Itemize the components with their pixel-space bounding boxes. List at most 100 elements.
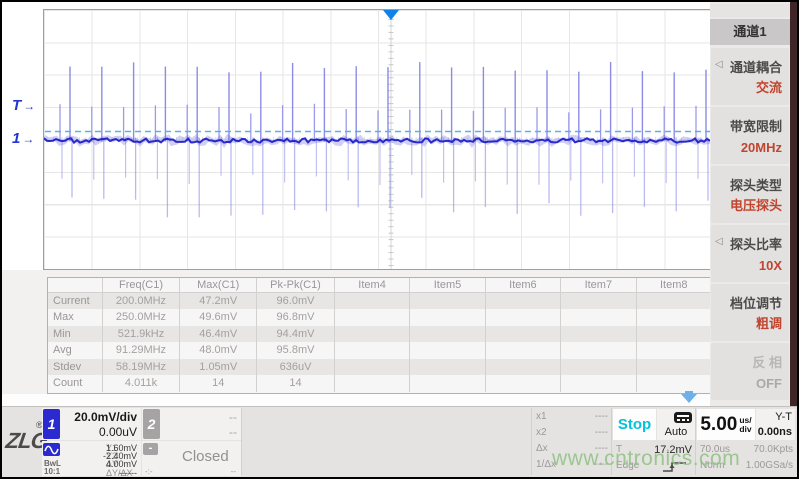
table-row: Count4.011k1414 xyxy=(48,375,711,392)
table-cell xyxy=(334,359,409,376)
timebase-box[interactable]: 5.00 us/div xyxy=(697,409,755,440)
table-cell xyxy=(334,309,409,326)
cursor-label: Δx xyxy=(536,443,548,454)
table-cell xyxy=(561,375,636,392)
ac-coupling-icon xyxy=(43,443,60,456)
table-cell xyxy=(485,342,560,359)
ch2-foot-right: -- xyxy=(231,467,236,476)
ch2-badge: 2 xyxy=(143,409,160,439)
trigger-position-marker-icon[interactable] xyxy=(383,10,399,20)
table-row: Stdev58.19MHz1.05mV636uV xyxy=(48,359,711,376)
ch2-status: Closed xyxy=(182,448,229,465)
column-header: Freq(C1) xyxy=(102,278,180,293)
ch1-scale-box[interactable]: 1 20.0mV/div 0.00uV xyxy=(42,408,141,440)
menu-item-label: 探头比率 xyxy=(730,234,782,253)
table-cell xyxy=(485,309,560,326)
oscilloscope-screen: T→ 1→ Freq(C1)Max(C1)Pk-Pk(C1)Item4Item5… xyxy=(0,0,799,479)
timebase-unit-bottom: div xyxy=(739,425,751,434)
waveform-display: T→ 1→ xyxy=(2,2,710,270)
table-cell xyxy=(485,293,560,310)
table-row: Avg91.29MHz48.0mV95.8mV xyxy=(48,342,711,359)
cursor-value: ---- xyxy=(595,427,608,438)
table-cell: 14 xyxy=(180,375,257,392)
trigger-source-box[interactable]: 1 Auto xyxy=(657,409,695,440)
submenu-arrow-icon: ◁ xyxy=(715,236,723,247)
ch1-badge: 1 xyxy=(43,409,60,439)
table-cell: 1.05mV xyxy=(180,359,257,376)
right-arrow-icon: → xyxy=(22,132,34,146)
menu-item-value: 粗调 xyxy=(756,313,782,332)
column-header[interactable]: Item6 xyxy=(485,278,560,293)
menu-item-label: 档位调节 xyxy=(730,293,782,312)
column-header xyxy=(48,278,102,293)
memory-depth: 70.0Kpts xyxy=(754,444,793,455)
table-cell xyxy=(334,342,409,359)
table-cell xyxy=(410,375,485,392)
table-cell: 4.011k xyxy=(102,375,180,392)
menu-item-bandwidth-limit[interactable]: 带宽限制20MHz xyxy=(711,107,789,164)
menu-item-label: 通道耦合 xyxy=(730,57,782,76)
hcursor-row: x1 ---- xyxy=(536,411,608,423)
trigger-coupling-icon xyxy=(674,412,692,423)
table-cell: 14 xyxy=(257,375,335,392)
menu-side-strip xyxy=(790,2,797,406)
column-header[interactable]: Item5 xyxy=(410,278,485,293)
menu-item-probe-ratio[interactable]: ◁探头比率10X xyxy=(711,225,789,282)
timebase-value: 5.00 xyxy=(700,414,737,436)
ch1-cursor-box[interactable]: BwL 10:1 Y11.60mVY2-2.40mVΔY4.00mVΔY/ΔX-… xyxy=(42,441,141,476)
table-cell xyxy=(636,293,711,310)
ch2-scale-box[interactable]: 2 -- -- xyxy=(142,408,241,440)
display-mode: Y-T xyxy=(775,411,792,423)
table-cell xyxy=(410,342,485,359)
table-cell: 95.8mV xyxy=(257,342,335,359)
table-cell xyxy=(410,309,485,326)
measurement-table-wrapper: Freq(C1)Max(C1)Pk-Pk(C1)Item4Item5Item6I… xyxy=(47,277,712,394)
row-label: Avg xyxy=(48,342,102,359)
table-cell: 46.4mV xyxy=(180,326,257,343)
column-header[interactable]: Item8 xyxy=(636,278,711,293)
table-cell: 49.6mV xyxy=(180,309,257,326)
column-header[interactable]: Item4 xyxy=(334,278,409,293)
channel-marker-number: 1 xyxy=(12,130,20,147)
channel1-position-marker[interactable]: 1→ xyxy=(12,131,34,147)
cursor-label: x1 xyxy=(536,411,547,422)
trigger-level-marker[interactable]: T→ xyxy=(12,98,35,114)
cursor-value: ------ xyxy=(119,468,137,478)
cursor-value: ---- xyxy=(595,411,608,422)
row-label: Stdev xyxy=(48,359,102,376)
run-stop-indicator[interactable]: Stop xyxy=(613,409,656,440)
ch2-status-box[interactable]: - Closed -:- -- xyxy=(142,441,241,476)
table-cell xyxy=(334,326,409,343)
menu-item-scale-adjust[interactable]: 档位调节粗调 xyxy=(711,284,789,341)
row-label: Count xyxy=(48,375,102,392)
table-cell xyxy=(410,293,485,310)
menu-item-channel-coupling[interactable]: ◁通道耦合交流 xyxy=(711,48,789,105)
table-cell xyxy=(334,375,409,392)
menu-item-probe-type[interactable]: 探头类型电压探头 xyxy=(711,166,789,223)
table-cell xyxy=(636,375,711,392)
table-cell: 636uV xyxy=(257,359,335,376)
submenu-arrow-icon: ◁ xyxy=(715,59,723,70)
waveform-trace xyxy=(44,10,712,269)
acquisition-state: Stop xyxy=(618,416,651,433)
menu-item-invert[interactable]: 反 相OFF xyxy=(711,343,789,400)
scroll-down-arrow-icon[interactable] xyxy=(681,394,697,403)
ch2-minus-badge: - xyxy=(143,443,158,455)
trigger-delay: 0.00ns xyxy=(758,426,792,438)
table-cell: 91.29MHz xyxy=(102,342,180,359)
ch1-scale: 20.0mV/div xyxy=(74,410,137,424)
display-mode-box[interactable]: Y-T 0.00ns xyxy=(756,409,795,440)
table-cell: 521.9kHz xyxy=(102,326,180,343)
ch1-cursor-row: Y11.60mV xyxy=(106,443,137,451)
ch1-cursor-row: ΔY4.00mV xyxy=(106,459,137,467)
table-cell xyxy=(636,326,711,343)
table-cell xyxy=(561,309,636,326)
menu-topbar xyxy=(710,4,790,17)
table-cell xyxy=(334,293,409,310)
table-cell xyxy=(561,326,636,343)
ch2-offset: -- xyxy=(229,425,237,439)
hcursor-row: x2---- xyxy=(536,427,608,439)
trigger-marker-letter: T xyxy=(12,97,21,114)
column-header[interactable]: Item7 xyxy=(561,278,636,293)
table-row: Max250.0MHz49.6mV96.8mV xyxy=(48,309,711,326)
